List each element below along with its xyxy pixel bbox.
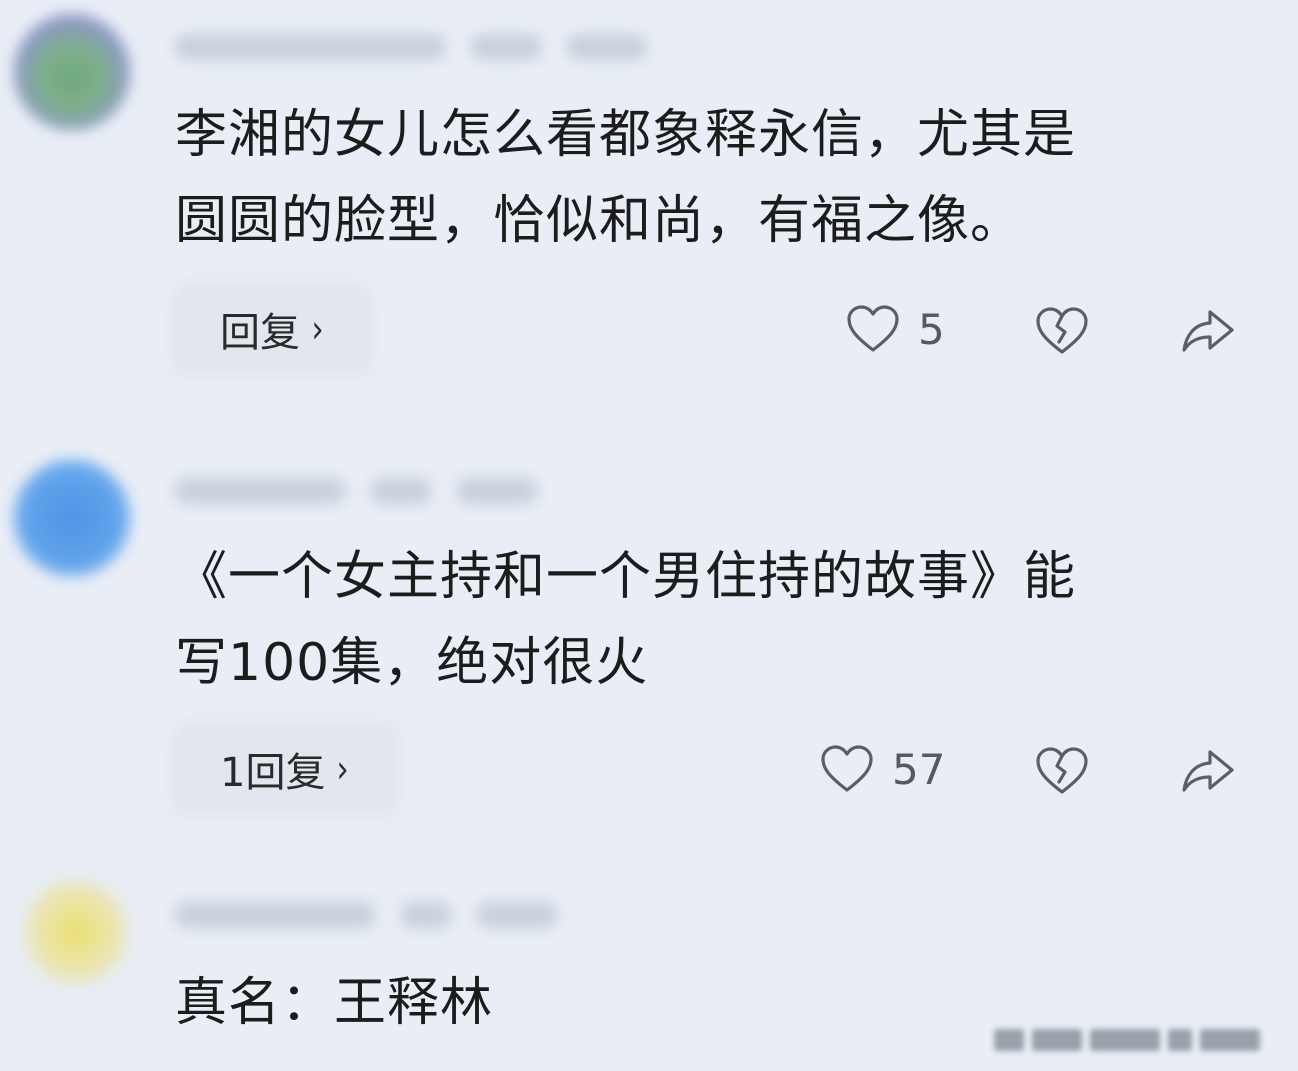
share-button[interactable]	[1180, 308, 1236, 354]
like-count: 5	[918, 304, 945, 354]
share-arrow-icon	[1180, 308, 1236, 354]
username-blurred	[175, 30, 647, 64]
heart-outline-icon	[846, 304, 900, 354]
reply-label: 回复	[220, 310, 300, 356]
avatar[interactable]	[14, 14, 130, 130]
username-blurred	[175, 474, 537, 508]
comment-actions: 5	[820, 296, 1240, 366]
reply-button[interactable]: 回复 ›	[178, 288, 368, 370]
comment-text: 李湘的女儿怎么看都象释永信，尤其是 圆圆的脸型，恰似和尚，有福之像。	[175, 105, 1077, 251]
username-blurred	[175, 898, 557, 932]
comment-actions: 57	[820, 736, 1240, 806]
dislike-button[interactable]	[1035, 746, 1089, 796]
chevron-right-icon: ›	[311, 307, 324, 351]
chevron-right-icon: ›	[336, 747, 350, 791]
avatar[interactable]	[24, 880, 128, 984]
dislike-button[interactable]	[1035, 306, 1089, 356]
heart-outline-icon	[820, 744, 874, 794]
broken-heart-icon	[1035, 746, 1089, 796]
share-button[interactable]	[1180, 748, 1236, 794]
watermark-blurred	[994, 1020, 1280, 1060]
comment-text: 《一个女主持和一个男住持的故事》能 写100集，绝对很火	[175, 547, 1077, 693]
like-button[interactable]: 5	[846, 304, 945, 354]
avatar[interactable]	[14, 460, 130, 576]
broken-heart-icon	[1035, 306, 1089, 356]
like-button[interactable]: 57	[820, 744, 945, 794]
reply-label: 1回复	[220, 750, 326, 796]
like-count: 57	[892, 744, 946, 794]
reply-button[interactable]: 1回复 ›	[178, 728, 393, 810]
share-arrow-icon	[1180, 748, 1236, 794]
